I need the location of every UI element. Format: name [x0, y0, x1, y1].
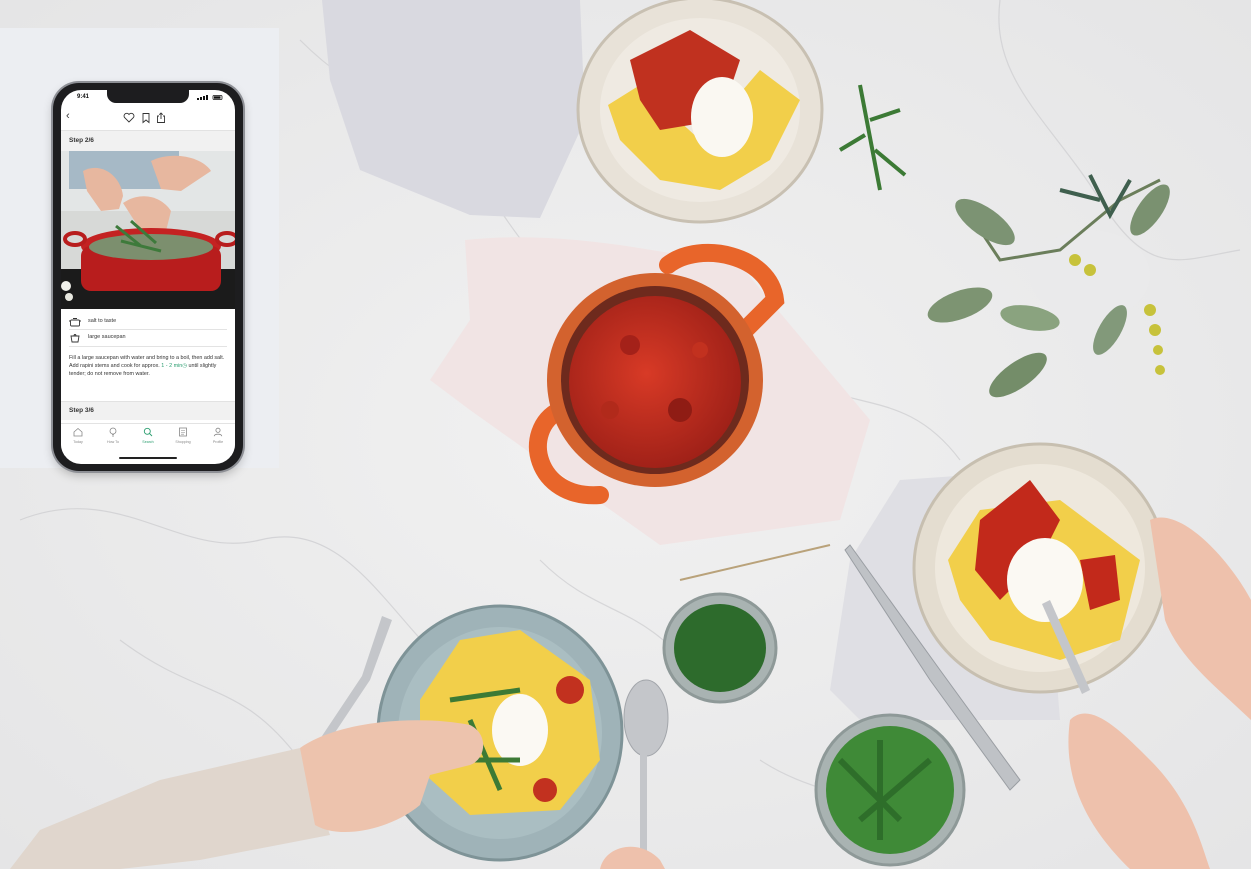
arugula-bowl [814, 713, 966, 867]
utensil-item: large saucepan [69, 332, 229, 344]
next-step-header[interactable]: Step 3/6 [61, 401, 235, 420]
search-icon [143, 427, 153, 437]
share-icon[interactable] [157, 112, 165, 123]
signal-battery-icon [197, 95, 223, 100]
tab-label: How To [107, 440, 119, 444]
shopping-list-icon [179, 427, 187, 437]
step-header: Step 2/6 [61, 130, 235, 152]
utensil-divider [69, 329, 227, 330]
tab-label: Search [142, 440, 154, 444]
tab-how-to[interactable]: How To [96, 427, 130, 449]
pot-icon [69, 318, 81, 327]
home-icon [73, 427, 83, 437]
tab-today[interactable]: Today [61, 427, 95, 449]
tab-label: Profile [212, 440, 224, 444]
app-inset-panel: 9:41 ‹ Step 2/6 salt to taste large sauc… [0, 28, 279, 471]
lightbulb-icon [109, 427, 117, 437]
recipe-actions [123, 112, 165, 124]
clock-icon: ◷ [182, 362, 187, 369]
phone-screen: 9:41 ‹ Step 2/6 salt to taste large sauc… [61, 90, 235, 464]
section-divider [69, 346, 227, 347]
step-label: Step 2/6 [69, 137, 94, 144]
step-instruction: Fill a large saucepan with water and bri… [69, 355, 227, 378]
next-step-label: Step 3/6 [69, 407, 94, 414]
tab-label: Shopping [175, 440, 191, 444]
phone-notch [107, 90, 189, 103]
heart-icon[interactable] [123, 112, 135, 123]
recipe-top-bar: ‹ [61, 108, 235, 128]
bookmark-icon[interactable] [142, 113, 150, 124]
pasta-plate-top [576, 0, 824, 224]
herb-bowl-small [662, 592, 778, 704]
profile-icon [213, 427, 223, 437]
utensil-label: large saucepan [88, 334, 126, 340]
pasta-plate-right [912, 442, 1168, 694]
bottom-tab-bar: Today How To Search Shopping Profile [61, 423, 235, 456]
tab-search[interactable]: Search [131, 427, 165, 449]
status-time: 9:41 [77, 94, 90, 100]
timer-link[interactable]: 1 - 2 min [161, 363, 182, 369]
saucepan-icon [70, 334, 80, 343]
phone-frame: 9:41 ‹ Step 2/6 salt to taste large sauc… [53, 83, 243, 471]
step-photo [61, 151, 235, 309]
utensil-item: salt to taste [69, 316, 229, 328]
back-chevron-icon[interactable]: ‹ [66, 111, 70, 122]
home-indicator [119, 457, 177, 459]
tab-shopping[interactable]: Shopping [166, 427, 200, 449]
tab-profile[interactable]: Profile [201, 427, 235, 449]
utensil-label: salt to taste [88, 318, 117, 324]
tab-label: Today [73, 440, 83, 444]
